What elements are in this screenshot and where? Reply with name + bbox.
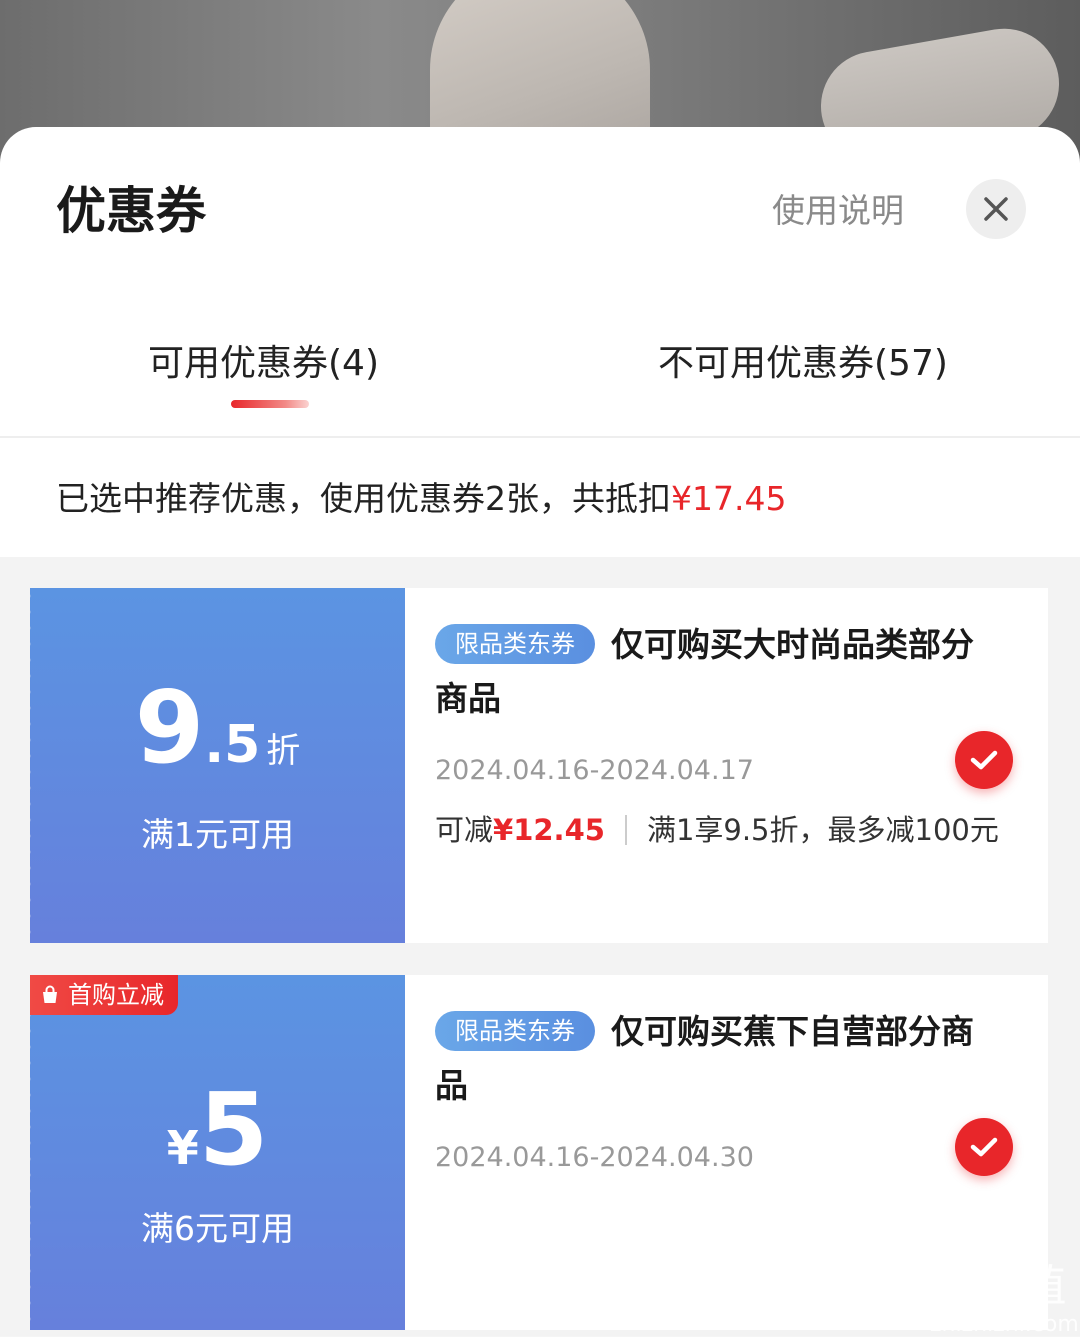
coupon-select-checkbox[interactable] bbox=[955, 731, 1013, 789]
coupon-tag: 限品类东券 bbox=[435, 1010, 595, 1051]
coupon-title: 限品类东券 仅可购买蕉下自营部分商品 bbox=[435, 1005, 995, 1113]
savings-amount: ¥12.45 bbox=[493, 813, 605, 847]
savings-prefix: 可减 bbox=[435, 813, 494, 847]
coupon-value-panel: 9.5 折 满1元可用 bbox=[24, 588, 405, 943]
coupon-select-checkbox[interactable] bbox=[955, 1118, 1013, 1176]
watermark-domain: zhizhizhi.com bbox=[930, 1312, 1079, 1337]
coupon-card[interactable]: 9.5 折 满1元可用 限品类东券 仅可购买大时尚品类部分商品 2024.04.16… bbox=[24, 588, 1048, 943]
coupon-validity-date: 2024.04.16-2024.04.17 bbox=[435, 755, 754, 786]
watermark: 值值值 zhizhizhi.com bbox=[930, 1261, 1079, 1337]
discount-integer: 9 bbox=[134, 669, 205, 786]
sheet-title: 优惠券 bbox=[56, 182, 206, 240]
tab-available-coupons[interactable]: 可用优惠券(4) bbox=[148, 339, 379, 389]
coupon-card[interactable]: 首购立减 ¥5 满6元可用 限品类东券 仅可购买蕉下自营部分商品 2024.04.… bbox=[24, 975, 1048, 1330]
money-value: ¥5 bbox=[30, 1080, 405, 1180]
coupon-savings: 可减 ¥12.45 满1享9.5折，最多减100元 bbox=[435, 810, 999, 850]
discount-value: 9.5 折 bbox=[30, 678, 405, 778]
checkmark-icon bbox=[970, 750, 998, 770]
summary-text: 已选中推荐优惠，使用优惠券2张，共抵扣 bbox=[56, 479, 671, 518]
tab-divider bbox=[0, 436, 1080, 438]
usage-instructions-link[interactable]: 使用说明 bbox=[772, 189, 904, 233]
coupon-tag: 限品类东券 bbox=[435, 623, 595, 664]
discount-unit: 折 bbox=[266, 731, 301, 771]
close-icon bbox=[984, 197, 1008, 221]
close-button[interactable] bbox=[966, 179, 1026, 239]
badge-label: 首购立减 bbox=[68, 981, 164, 1009]
tab-unavailable-coupons[interactable]: 不可用优惠券(57) bbox=[658, 339, 948, 389]
checkmark-icon bbox=[970, 1137, 998, 1157]
selection-summary: 已选中推荐优惠，使用优惠券2张，共抵扣¥17.45 bbox=[56, 475, 786, 523]
currency-symbol: ¥ bbox=[166, 1121, 199, 1175]
money-amount: 5 bbox=[198, 1071, 269, 1188]
coupon-list: 9.5 折 满1元可用 限品类东券 仅可购买大时尚品类部分商品 2024.04.16… bbox=[0, 557, 1080, 1336]
coupon-title: 限品类东券 仅可购买大时尚品类部分商品 bbox=[435, 618, 995, 726]
savings-separator bbox=[624, 815, 627, 845]
coupon-value-panel: 首购立减 ¥5 满6元可用 bbox=[24, 975, 405, 1330]
coupon-threshold: 满1元可用 bbox=[141, 815, 294, 854]
coupon-validity-date: 2024.04.16-2024.04.30 bbox=[435, 1142, 754, 1173]
watermark-glyphs: 值值值 bbox=[942, 1261, 1067, 1312]
active-tab-indicator bbox=[231, 400, 309, 408]
shopping-bag-icon bbox=[43, 985, 57, 1003]
coupon-sheet: 优惠券 使用说明 可用优惠券(4) 不可用优惠券(57) 已选中推荐优惠，使用优… bbox=[0, 127, 1080, 1336]
summary-amount: ¥17.45 bbox=[671, 479, 787, 518]
coupon-threshold: 满6元可用 bbox=[141, 1209, 294, 1248]
coupon-rule: 满1享9.5折，最多减100元 bbox=[646, 813, 999, 847]
first-purchase-badge: 首购立减 bbox=[30, 975, 178, 1015]
discount-decimal: .5 bbox=[204, 715, 261, 775]
coupon-details: 限品类东券 仅可购买大时尚品类部分商品 2024.04.16-2024.04.17… bbox=[405, 588, 1048, 943]
